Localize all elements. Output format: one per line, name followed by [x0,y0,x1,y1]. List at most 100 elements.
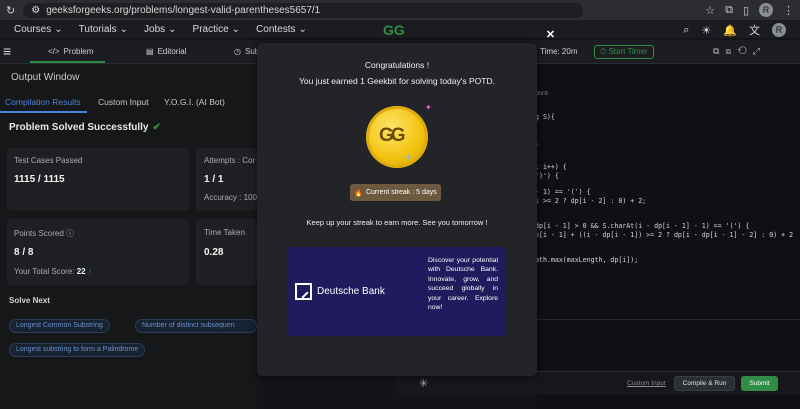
attempts-card: Attempts : Cor 1 / 1 Accuracy : 100 [196,148,257,210]
search-icon[interactable]: ⌕ [683,24,689,37]
solve-next-chip[interactable]: Longest Common Substring [9,319,110,333]
active-tab-underline [30,61,105,63]
card-label: Time Taken [204,228,245,237]
modal-title: Congratulations ! [364,60,430,70]
code-line: g S){ [535,113,555,121]
bookmark-star-icon[interactable]: ☆ [705,4,715,17]
total-score-label: Your Total Score: [14,267,75,276]
streak-badge: 🔥 Current streak : 5 days [350,184,441,201]
accuracy-label: Accuracy : 100 [204,193,257,202]
test-cases-card: Test Cases Passed 1115 / 1115 [7,148,189,210]
info-icon[interactable]: ⓘ [66,229,74,238]
nav-label: Jobs [144,23,166,35]
start-timer-button[interactable]: ⏱ Start Timer [594,45,654,59]
browser-menu-icon[interactable]: ⋮ [783,4,794,17]
code-line: ath.max(maxLength, dp[i]); [535,256,639,264]
chevron-down-icon: ⌄ [168,23,177,35]
deutsche-bank-logo: Deutsche Bank [295,282,397,301]
ad-brand: Deutsche Bank [317,286,385,297]
chevron-down-icon: ⌄ [231,23,241,35]
tab-compilation-results[interactable]: Compilation Results [5,97,81,107]
sparkle-icon: ✦ [405,153,412,162]
settings-gear-icon[interactable]: ✳ [419,377,428,390]
clock-icon: ◷ [234,47,241,56]
browser-toolbar: ↻ ⚙ geeksforgeeks.org/problems/longest-v… [0,0,800,20]
submit-button[interactable]: Submit [741,376,778,391]
extensions-icon[interactable]: ⧉ [725,4,733,17]
notification-bell-icon[interactable]: 🔔 [723,24,737,37]
code-line: - 1) == '(') { [535,188,591,196]
user-avatar[interactable]: R [772,23,786,37]
ad-banner[interactable]: Deutsche Bank Discover your potential wi… [288,247,505,336]
nav-contests[interactable]: Contests ⌄ [256,24,307,35]
sparkle-icon: ✦ [425,103,432,112]
translate-icon[interactable]: 文 [749,22,760,38]
timer-duration: Time: 20m [540,47,578,56]
nav-label: Tutorials [78,23,117,35]
compile-run-button[interactable]: Compile & Run [674,376,735,391]
tab-label: Editorial [157,47,187,56]
site-info-icon[interactable]: ⚙ [31,5,40,16]
editor-toolbar-icons[interactable]: ⧉⧈⟲⤢ [713,46,766,57]
keep-up-text: Keep up your streak to earn more. See yo… [306,218,488,227]
tab-custom-input[interactable]: Custom Input [98,97,149,107]
browser-avatar[interactable]: R [759,3,773,17]
fire-icon: 🔥 [354,189,363,197]
modal-message: You just earned 1 Geekbit for solving to… [299,76,495,86]
card-label: Attempts : Cor [204,156,256,165]
streak-text: Current streak : 5 days [365,189,437,196]
theme-toggle-icon[interactable]: ☀ [701,24,711,37]
deutsche-bank-mark-icon [295,283,312,300]
code-editor[interactable]: ava g S){ ; ; i++) { ')') { - 1) == '(')… [535,64,800,409]
document-icon: ▤ [146,47,154,56]
card-value: 0.28 [204,247,224,258]
custom-input-link[interactable]: Custom Input [627,380,666,387]
total-score: Your Total Score: 22 ↑ [14,267,92,276]
hamburger-menu-icon[interactable]: ≡ [3,43,11,59]
status-heading: Problem Solved Successfully ✔ [9,122,161,133]
code-icon: </> [48,47,60,56]
nav-jobs[interactable]: Jobs ⌄ [144,24,177,35]
tab-editorial[interactable]: ▤ Editorial [146,47,186,56]
code-line: ; i++) { [535,163,567,171]
output-panel: Output Window Compilation Results Custom… [0,64,257,409]
nav-label: Courses [14,23,52,35]
sidepanel-icon[interactable]: ▯ [743,4,749,17]
solve-next-chip[interactable]: Number of distinct subsequen [135,319,257,333]
nav-practice[interactable]: Practice ⌄ [193,24,241,35]
gfg-logo[interactable]: GG [383,22,405,38]
geekbit-coin-icon: GG [366,106,428,168]
card-value: 1 / 1 [204,174,224,185]
nav-tutorials[interactable]: Tutorials ⌄ [79,24,128,35]
active-tab-underline [0,111,87,113]
time-card: Time Taken 0.28 [196,219,257,285]
tab-yogi-ai-bot[interactable]: Y.O.G.I. (AI Bot) [164,97,225,107]
tab-label: Problem [63,47,94,56]
address-bar[interactable]: ⚙ geeksforgeeks.org/problems/longest-val… [23,2,584,18]
editor-divider [537,319,800,320]
nav-label: Contests [256,23,296,35]
chevron-down-icon: ⌄ [54,23,63,35]
output-window-title: Output Window [11,72,80,83]
timer-label: Start Timer [608,47,648,56]
code-line: ava [536,89,548,97]
card-label: Test Cases Passed [14,156,83,165]
nav-courses[interactable]: Courses ⌄ [14,24,63,35]
points-label: Points Scored [14,229,64,238]
card-value: 1115 / 1115 [14,174,65,185]
solve-next-title: Solve Next [9,296,50,305]
ad-copy: Discover your potential with Deutsche Ba… [428,257,498,312]
total-score-value: 22 [76,267,86,276]
code-line: dp[i - 1] > 0 && S.charAt(i - dp[i - 1] … [535,222,750,230]
nav-label: Practice [192,23,229,35]
potd-congrats-modal: Congratulations ! You just earned 1 Geek… [257,43,537,376]
reload-icon[interactable]: ↻ [6,4,15,17]
url-text: geeksforgeeks.org/problems/longest-valid… [46,4,321,16]
solve-next-chip[interactable]: Longest substring to form a Palindrome [9,343,146,357]
code-line: p[i - 1] + ((i - dp[i - 1]) >= 2 ? dp[i … [535,231,794,239]
check-circle-icon: ✔ [152,122,161,133]
code-line: ')') { [535,172,559,180]
arrow-up-icon: ↑ [87,267,92,276]
tab-problem[interactable]: </> Problem [48,47,93,56]
close-icon[interactable]: ✕ [544,29,557,42]
